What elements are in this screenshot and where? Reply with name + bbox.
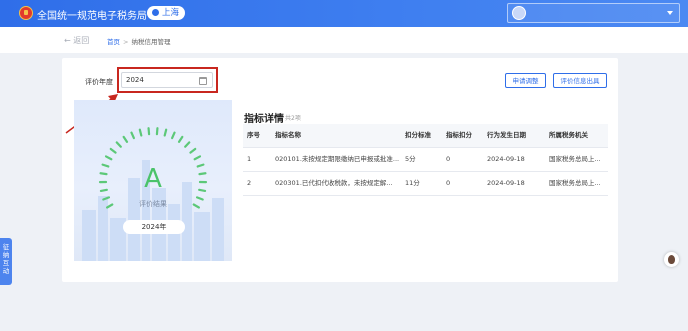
issue-report-button[interactable]: 评价信息出具 [553, 73, 607, 88]
ring-dot [147, 127, 151, 136]
table-cell: 0 [446, 155, 451, 163]
top-header: 全国统一规范电子税务局 上海 [0, 0, 688, 27]
side-tab-char: 动 [2, 267, 10, 275]
table-cell: 020301.已代扣代收税款，未按规定解... [275, 179, 393, 187]
ring-dot [104, 155, 113, 161]
column-header: 所属税务机关 [549, 131, 588, 139]
table-cell: 0 [446, 179, 451, 187]
column-header: 行为发生日期 [487, 131, 526, 139]
location-pin-icon [152, 9, 159, 16]
details-count: 共2项 [285, 115, 301, 122]
tax-emblem-icon [19, 6, 33, 20]
region-label: 上海 [162, 8, 180, 18]
column-header: 指标扣分 [446, 131, 472, 139]
ring-dot [138, 128, 143, 137]
breadcrumb-bar: ← 返回 首页 > 纳税信用管理 [0, 27, 688, 53]
ring-dot [155, 127, 159, 136]
side-tab-char: 纳 [2, 251, 10, 259]
avatar [512, 6, 526, 20]
table-cell: 国家税务总局上... [549, 179, 601, 187]
table-cell: 国家税务总局上... [549, 155, 601, 163]
region-switcher[interactable]: 上海 [147, 6, 186, 20]
interaction-side-tab[interactable]: 征 纳 互 动 [0, 238, 12, 285]
rating-grade: A [144, 164, 162, 194]
app-title: 全国统一规范电子税务局 [37, 11, 147, 22]
year-filter-label: 评价年度 [85, 78, 113, 86]
user-menu[interactable] [507, 3, 680, 23]
breadcrumb-current: 纳税信用管理 [131, 38, 171, 46]
ring-dot [122, 135, 129, 143]
details-table: 序号 指标名称 扣分标准 指标扣分 行为发生日期 所属税务机关 1 020101… [243, 124, 608, 196]
table-cell: 2 [247, 179, 252, 187]
ring-dot [184, 141, 191, 148]
breadcrumb-separator: > [123, 38, 129, 46]
column-header: 指标名称 [275, 131, 301, 139]
ring-dot [115, 141, 122, 148]
annotation-highlight-box [117, 67, 218, 93]
column-header: 扣分标准 [405, 131, 431, 139]
rating-panel: A 评价结果 2024年 [74, 100, 232, 261]
details-title: 指标详情 [244, 114, 284, 125]
table-row[interactable]: 2 020301.已代扣代收税款，未按规定解... 11分 0 2024-09-… [243, 172, 608, 196]
breadcrumb-home-link[interactable]: 首页 [107, 38, 120, 46]
ring-dot [171, 131, 176, 140]
side-tab-char: 互 [2, 259, 10, 267]
rating-year-badge: 2024年 [123, 220, 185, 234]
table-header: 序号 指标名称 扣分标准 指标扣分 行为发生日期 所属税务机关 [243, 124, 608, 148]
rating-caption: 评价结果 [139, 200, 167, 208]
ring-dot [109, 147, 117, 154]
ring-dot [163, 128, 168, 137]
ring-dot [177, 135, 184, 143]
table-cell: 5分 [405, 155, 416, 163]
column-header: 序号 [247, 131, 260, 139]
table-cell: 020101.未按规定期限缴纳已申报或批准... [275, 155, 400, 163]
table-cell: 11分 [405, 179, 420, 187]
table-cell: 2024-09-18 [487, 179, 525, 187]
side-tab-char: 征 [2, 243, 10, 251]
table-cell: 2024-09-18 [487, 155, 525, 163]
ring-dot [189, 147, 197, 154]
back-link[interactable]: ← 返回 [64, 35, 89, 46]
table-row[interactable]: 1 020101.未按规定期限缴纳已申报或批准... 5分 0 2024-09-… [243, 148, 608, 172]
chat-assistant-icon[interactable] [664, 252, 679, 267]
breadcrumb: 首页 > 纳税信用管理 [107, 36, 170, 46]
ring-dot [130, 131, 135, 140]
chevron-down-icon [667, 11, 673, 15]
apply-adjust-button[interactable]: 申请调整 [505, 73, 546, 88]
table-cell: 1 [247, 155, 252, 163]
ring-dot [193, 155, 202, 161]
